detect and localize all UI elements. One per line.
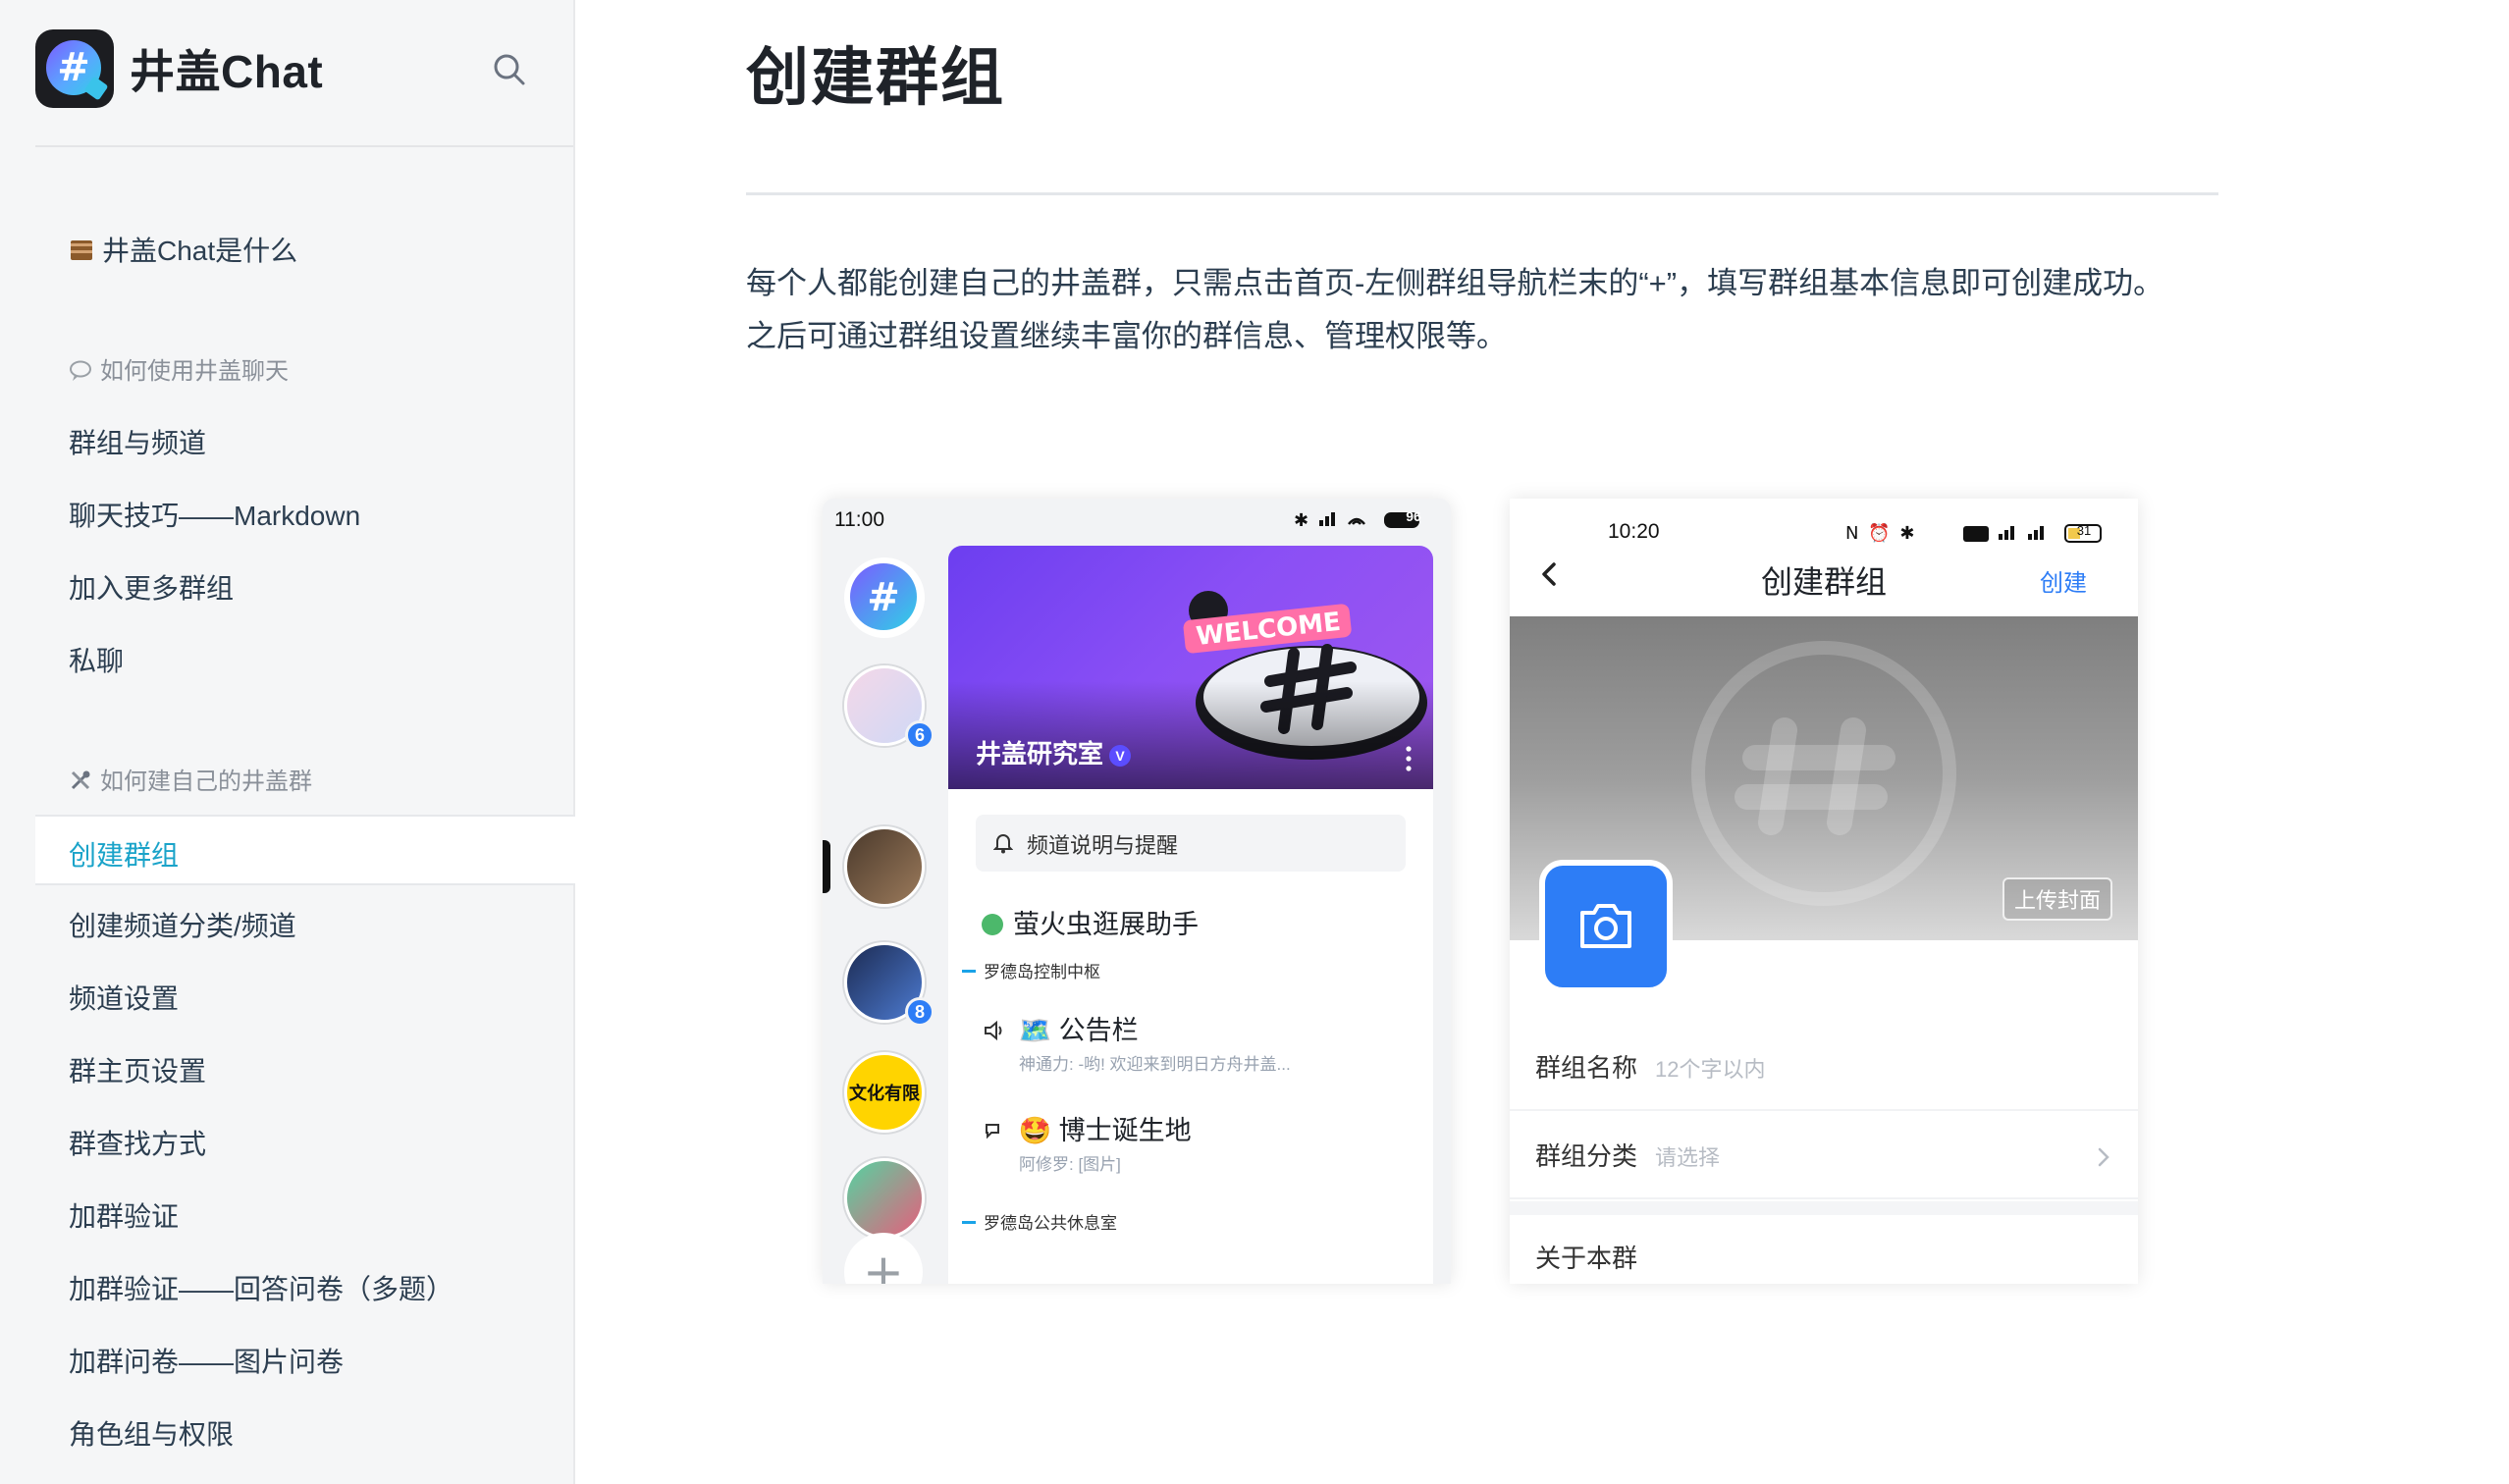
speaker-icon — [985, 1020, 1002, 1041]
unread-badge: 8 — [905, 997, 934, 1027]
sidebar-section-title: 如何使用井盖聊天 — [100, 358, 289, 385]
sidebar-item-label: 创建群组 — [69, 840, 180, 871]
sidebar-section-usage: 如何使用井盖聊天 — [69, 351, 289, 389]
channel-name: 博士诞生地 — [1058, 1116, 1192, 1145]
field-placeholder: 请选择 — [1655, 1145, 1721, 1170]
speech-bubble-icon — [69, 360, 92, 389]
channel-preview: 阿修罗: [图片] — [1019, 1155, 1121, 1174]
paragraph-line: 之后可通过群组设置继续丰富你的群信息、管理权限等。 — [746, 319, 1507, 353]
sidebar-item-label: 井盖Chat是什么 — [102, 236, 298, 266]
watermark-logo-icon — [1691, 641, 1956, 906]
svg-text:#: # — [867, 575, 900, 620]
sidebar-item-questionnaire[interactable]: 加群验证——回答问卷（多题） — [69, 1268, 454, 1307]
tools-icon — [69, 768, 92, 799]
channel-category[interactable]: 罗德岛公共休息室 — [962, 1209, 1117, 1234]
bot-name: 萤火虫逛展助手 — [1013, 910, 1199, 939]
sidebar-item-create-group[interactable]: 创建群组 — [35, 815, 575, 885]
active-server-indicator — [823, 840, 830, 893]
group-name: 井盖研究室 V — [976, 734, 1132, 770]
main-content: 创建群组 每个人都能创建自己的井盖群，只需点击首页-左侧群组导航栏末的“+”，填… — [575, 0, 2509, 1484]
battery-level: 96 — [1406, 508, 1421, 524]
channel-name: 公告栏 — [1058, 1016, 1139, 1045]
sidebar-item-image-questionnaire[interactable]: 加群问卷——图片问卷 — [69, 1341, 344, 1380]
category-name: 罗德岛公共休息室 — [984, 1214, 1117, 1233]
title-divider — [746, 192, 2218, 195]
category-dash — [962, 970, 976, 973]
more-icon[interactable] — [1406, 746, 1412, 771]
sidebar-item-discovery[interactable]: 群查找方式 — [69, 1123, 206, 1162]
status-time: 10:20 — [1608, 520, 1660, 543]
sidebar-item-dm[interactable]: 私聊 — [69, 640, 124, 679]
field-label: 群组分类 — [1535, 1141, 1638, 1171]
app-logo-icon: # — [35, 29, 114, 108]
svg-text:N ⏰ ✱: N ⏰ ✱ — [1845, 522, 1916, 544]
sidebar-divider — [35, 145, 573, 147]
server-avatar[interactable] — [844, 1158, 925, 1239]
paragraph-line: 每个人都能创建自己的井盖群，只需点击首页-左侧群组导航栏末的“+”，填写群组基本… — [746, 266, 2164, 300]
camera-icon — [1580, 904, 1631, 948]
verified-icon: V — [1109, 745, 1132, 767]
category-name: 罗德岛控制中枢 — [984, 963, 1100, 981]
channel-category[interactable]: 罗德岛控制中枢 — [962, 958, 1100, 982]
battery-level: 31 — [2076, 523, 2092, 538]
sidebar-item-join-groups[interactable]: 加入更多群组 — [69, 567, 234, 607]
upload-cover-button[interactable]: 上传封面 — [2002, 877, 2113, 921]
bot-icon — [982, 914, 1003, 935]
avatar-upload-button[interactable] — [1539, 860, 1673, 993]
field-label: 群组名称 — [1535, 1053, 1638, 1083]
about-group-field[interactable]: 关于本群 — [1510, 1215, 2138, 1284]
channel-row[interactable]: 🤩 博士诞生地 — [984, 1109, 1192, 1147]
sidebar-item-roles[interactable]: 角色组与权限 — [69, 1413, 234, 1453]
bot-row[interactable]: 萤火虫逛展助手 — [982, 903, 1199, 941]
sidebar-item-markdown[interactable]: 聊天技巧——Markdown — [69, 495, 360, 534]
sidebar: # 井盖Chat 井盖Chat是什么 如何使用井盖聊天 群组与频道 聊天技巧——… — [0, 0, 575, 1484]
channel-emoji: 🗺️ — [1018, 1016, 1052, 1045]
article-paragraph: 每个人都能创建自己的井盖群，只需点击首页-左侧群组导航栏末的“+”，填写群组基本… — [746, 257, 2277, 363]
server-avatar[interactable]: 文化有限 — [844, 1052, 925, 1133]
group-name-text: 井盖研究室 — [976, 739, 1104, 768]
status-time: 11:00 — [834, 508, 884, 531]
group-banner: WELCOME 井盖研究室 V — [948, 546, 1433, 789]
category-dash — [962, 1221, 976, 1224]
unread-badge: 6 — [905, 720, 934, 750]
chat-channel-icon — [986, 1124, 999, 1140]
server-list: # 6 8 文化有限 + — [823, 546, 948, 1284]
screenshot-create-group: 10:20 N ⏰ ✱ 31 创建群组 创建 上传封面 群组名称 12个字以内 … — [1510, 499, 2138, 1284]
channel-preview: 神通力: -哟! 欢迎来到明日方舟井盖... — [1019, 1055, 1291, 1074]
sidebar-section-title: 如何建自己的井盖群 — [100, 768, 312, 795]
group-category-field[interactable]: 群组分类 请选择 — [1510, 1113, 2138, 1199]
server-home-logo[interactable]: # — [844, 557, 925, 638]
sidebar-item-join-verify[interactable]: 加群验证 — [69, 1195, 179, 1235]
page-title: 创建群组 — [746, 42, 1005, 113]
sidebar-item-channel-settings[interactable]: 频道设置 — [69, 978, 179, 1017]
sidebar-item-create-channel[interactable]: 创建频道分类/频道 — [69, 905, 296, 944]
app-name: 井盖Chat — [130, 46, 324, 97]
field-placeholder: 12个字以内 — [1655, 1057, 1766, 1082]
create-button[interactable]: 创建 — [2040, 563, 2087, 598]
chevron-right-icon — [2098, 1147, 2109, 1167]
group-name-field[interactable]: 群组名称 12个字以内 — [1510, 1025, 2138, 1111]
bell-icon — [993, 834, 1013, 854]
sidebar-item-intro[interactable]: 井盖Chat是什么 — [69, 230, 297, 270]
channel-emoji: 🤩 — [1018, 1116, 1052, 1145]
server-label: 文化有限 — [849, 1084, 920, 1103]
add-server-button[interactable]: + — [844, 1233, 923, 1284]
screenshot-home: 11:00 ✱ 96 # 6 8 文化有限 + WELCOME 井盖研究室 V … — [823, 499, 1451, 1284]
channel-notice[interactable]: 频道说明与提醒 — [976, 815, 1406, 872]
svg-text:✱: ✱ — [1294, 510, 1310, 531]
sidebar-item-homepage-settings[interactable]: 群主页设置 — [69, 1050, 206, 1089]
server-avatar[interactable] — [844, 826, 925, 907]
channel-row[interactable]: 🗺️ 公告栏 — [984, 1009, 1139, 1047]
sidebar-item-groups-channels[interactable]: 群组与频道 — [69, 422, 206, 461]
channel-list: 频道说明与提醒 萤火虫逛展助手 罗德岛控制中枢 🗺️ 公告栏 神通力: -哟! … — [948, 789, 1433, 1284]
section-gap — [1510, 1201, 2138, 1215]
sidebar-section-build: 如何建自己的井盖群 — [69, 762, 312, 799]
brand[interactable]: # 井盖Chat — [35, 29, 323, 108]
channel-notice-text: 频道说明与提醒 — [1027, 833, 1179, 858]
search-icon[interactable] — [491, 51, 528, 88]
field-label: 关于本群 — [1535, 1244, 1638, 1273]
book-icon — [69, 238, 94, 270]
